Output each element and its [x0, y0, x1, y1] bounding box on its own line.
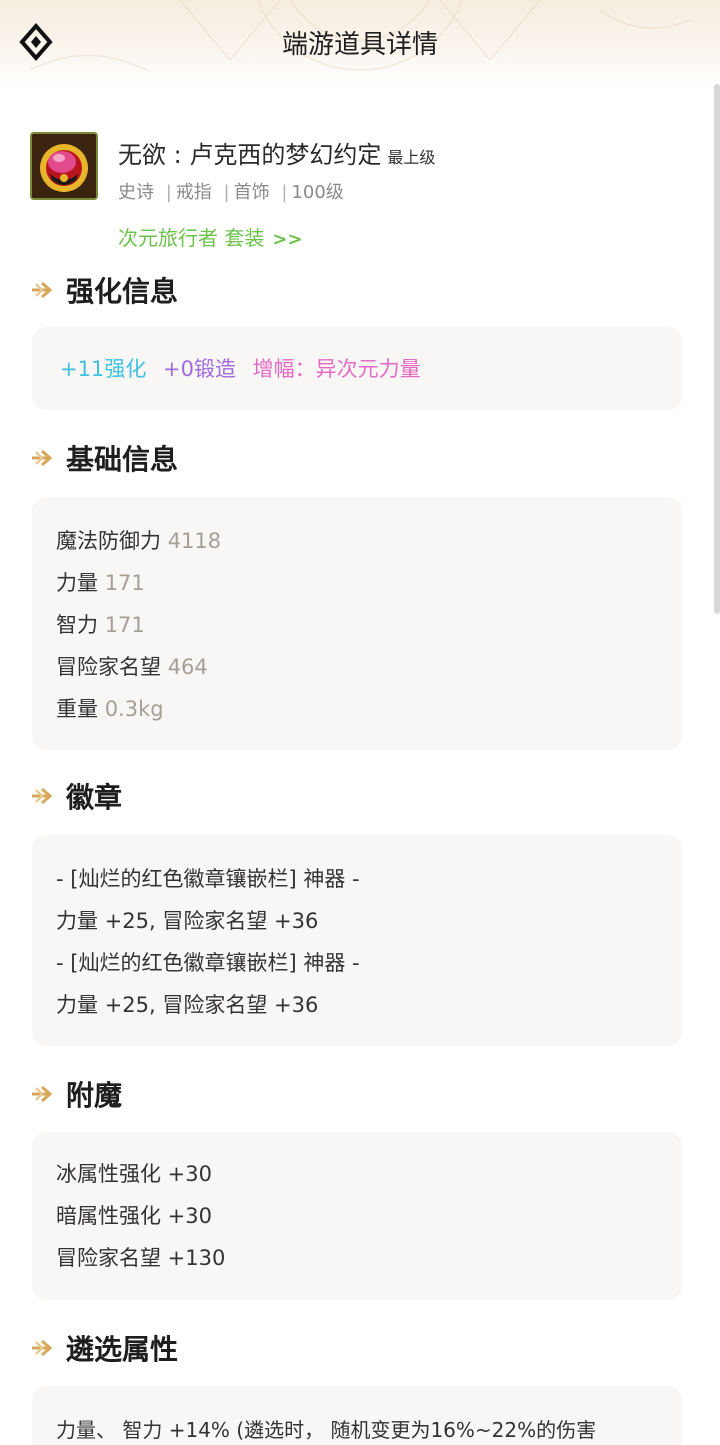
- meta-separator: |: [165, 182, 172, 203]
- item-slot: 戒指: [175, 182, 212, 203]
- item-level: 100级: [291, 182, 344, 203]
- forge-value: +0锻造: [163, 357, 236, 381]
- item-grade-tag: 最上级: [387, 148, 436, 167]
- emblem-line: - [灿烂的红色徽章镶嵌栏] 神器 -: [56, 867, 360, 891]
- section-emblem-title: 徽章: [30, 776, 122, 816]
- enhance-card: +11强化 +0锻造 增幅：异次元力量: [32, 327, 682, 410]
- scrollbar[interactable]: [714, 84, 720, 614]
- stat-row: 智力 171: [56, 613, 145, 637]
- item-summary: 无欲 : 卢克西的梦幻约定 最上级 史诗 | 戒指 | 首饰 | 100级 次元旅行者 …: [30, 132, 680, 252]
- emblem-line: - [灿烂的红色徽章镶嵌栏] 神器 -: [56, 951, 360, 975]
- enchant-line: 暗属性强化 +30: [56, 1204, 212, 1228]
- enhance-line: +11强化 +0锻造 增幅：异次元力量: [60, 353, 431, 383]
- item-name-text: 无欲 : 卢克西的梦幻约定: [118, 141, 382, 169]
- item-name: 无欲 : 卢克西的梦幻约定 最上级: [118, 135, 435, 170]
- arrow-bullet-icon: [32, 787, 53, 805]
- section-tune-title: 遴选属性: [30, 1328, 178, 1368]
- basic-card: 魔法防御力 4118 力量 171 智力 171 冒险家名望 464 重量 0.…: [32, 497, 682, 750]
- item-category: 首饰: [233, 182, 270, 203]
- section-enhance-title: 强化信息: [30, 270, 178, 310]
- emblem-line: 力量 +25, 冒险家名望 +36: [56, 993, 319, 1017]
- item-meta: 史诗 | 戒指 | 首饰 | 100级: [118, 178, 350, 204]
- tune-line: 力量、 智力 +14% (遴选时， 随机变更为16%~22%的伤害: [56, 1418, 597, 1442]
- page-title: 端游道具详情: [281, 30, 438, 60]
- header-bar: 端游道具详情: [0, 0, 720, 86]
- item-rarity: 史诗: [118, 182, 154, 203]
- stat-row: 重量 0.3kg: [56, 697, 164, 721]
- amplify-value: 增幅：异次元力量: [252, 357, 421, 381]
- tune-card: 力量、 智力 +14% (遴选时， 随机变更为16%~22%的伤害: [32, 1386, 682, 1445]
- stat-row: 冒险家名望 464: [56, 655, 208, 679]
- enchant-line: 冰属性强化 +30: [56, 1162, 212, 1186]
- reinforce-value: +11强化: [60, 357, 147, 381]
- emblem-line: 力量 +25, 冒险家名望 +36: [56, 909, 319, 933]
- set-link[interactable]: 次元旅行者 套装 >>: [118, 222, 303, 251]
- arrow-bullet-icon: [32, 449, 53, 467]
- arrow-bullet-icon: [32, 1085, 53, 1103]
- arrow-bullet-icon: [32, 1339, 53, 1357]
- set-name: 次元旅行者 套装: [118, 226, 265, 250]
- enchant-line: 冒险家名望 +130: [56, 1246, 226, 1270]
- meta-separator: |: [223, 182, 230, 203]
- stat-row: 力量 171: [56, 571, 145, 595]
- emblem-card: - [灿烂的红色徽章镶嵌栏] 神器 - 力量 +25, 冒险家名望 +36 - …: [32, 835, 682, 1046]
- section-basic-title: 基础信息: [30, 438, 178, 478]
- arrow-bullet-icon: [32, 281, 53, 299]
- enchant-card: 冰属性强化 +30 暗属性强化 +30 冒险家名望 +130: [32, 1132, 682, 1300]
- set-arrow: >>: [272, 229, 303, 250]
- meta-separator: |: [281, 182, 288, 203]
- ring-item-icon: [30, 132, 98, 200]
- stat-row: 魔法防御力 4118: [56, 529, 222, 553]
- section-enchant-title: 附魔: [30, 1074, 122, 1114]
